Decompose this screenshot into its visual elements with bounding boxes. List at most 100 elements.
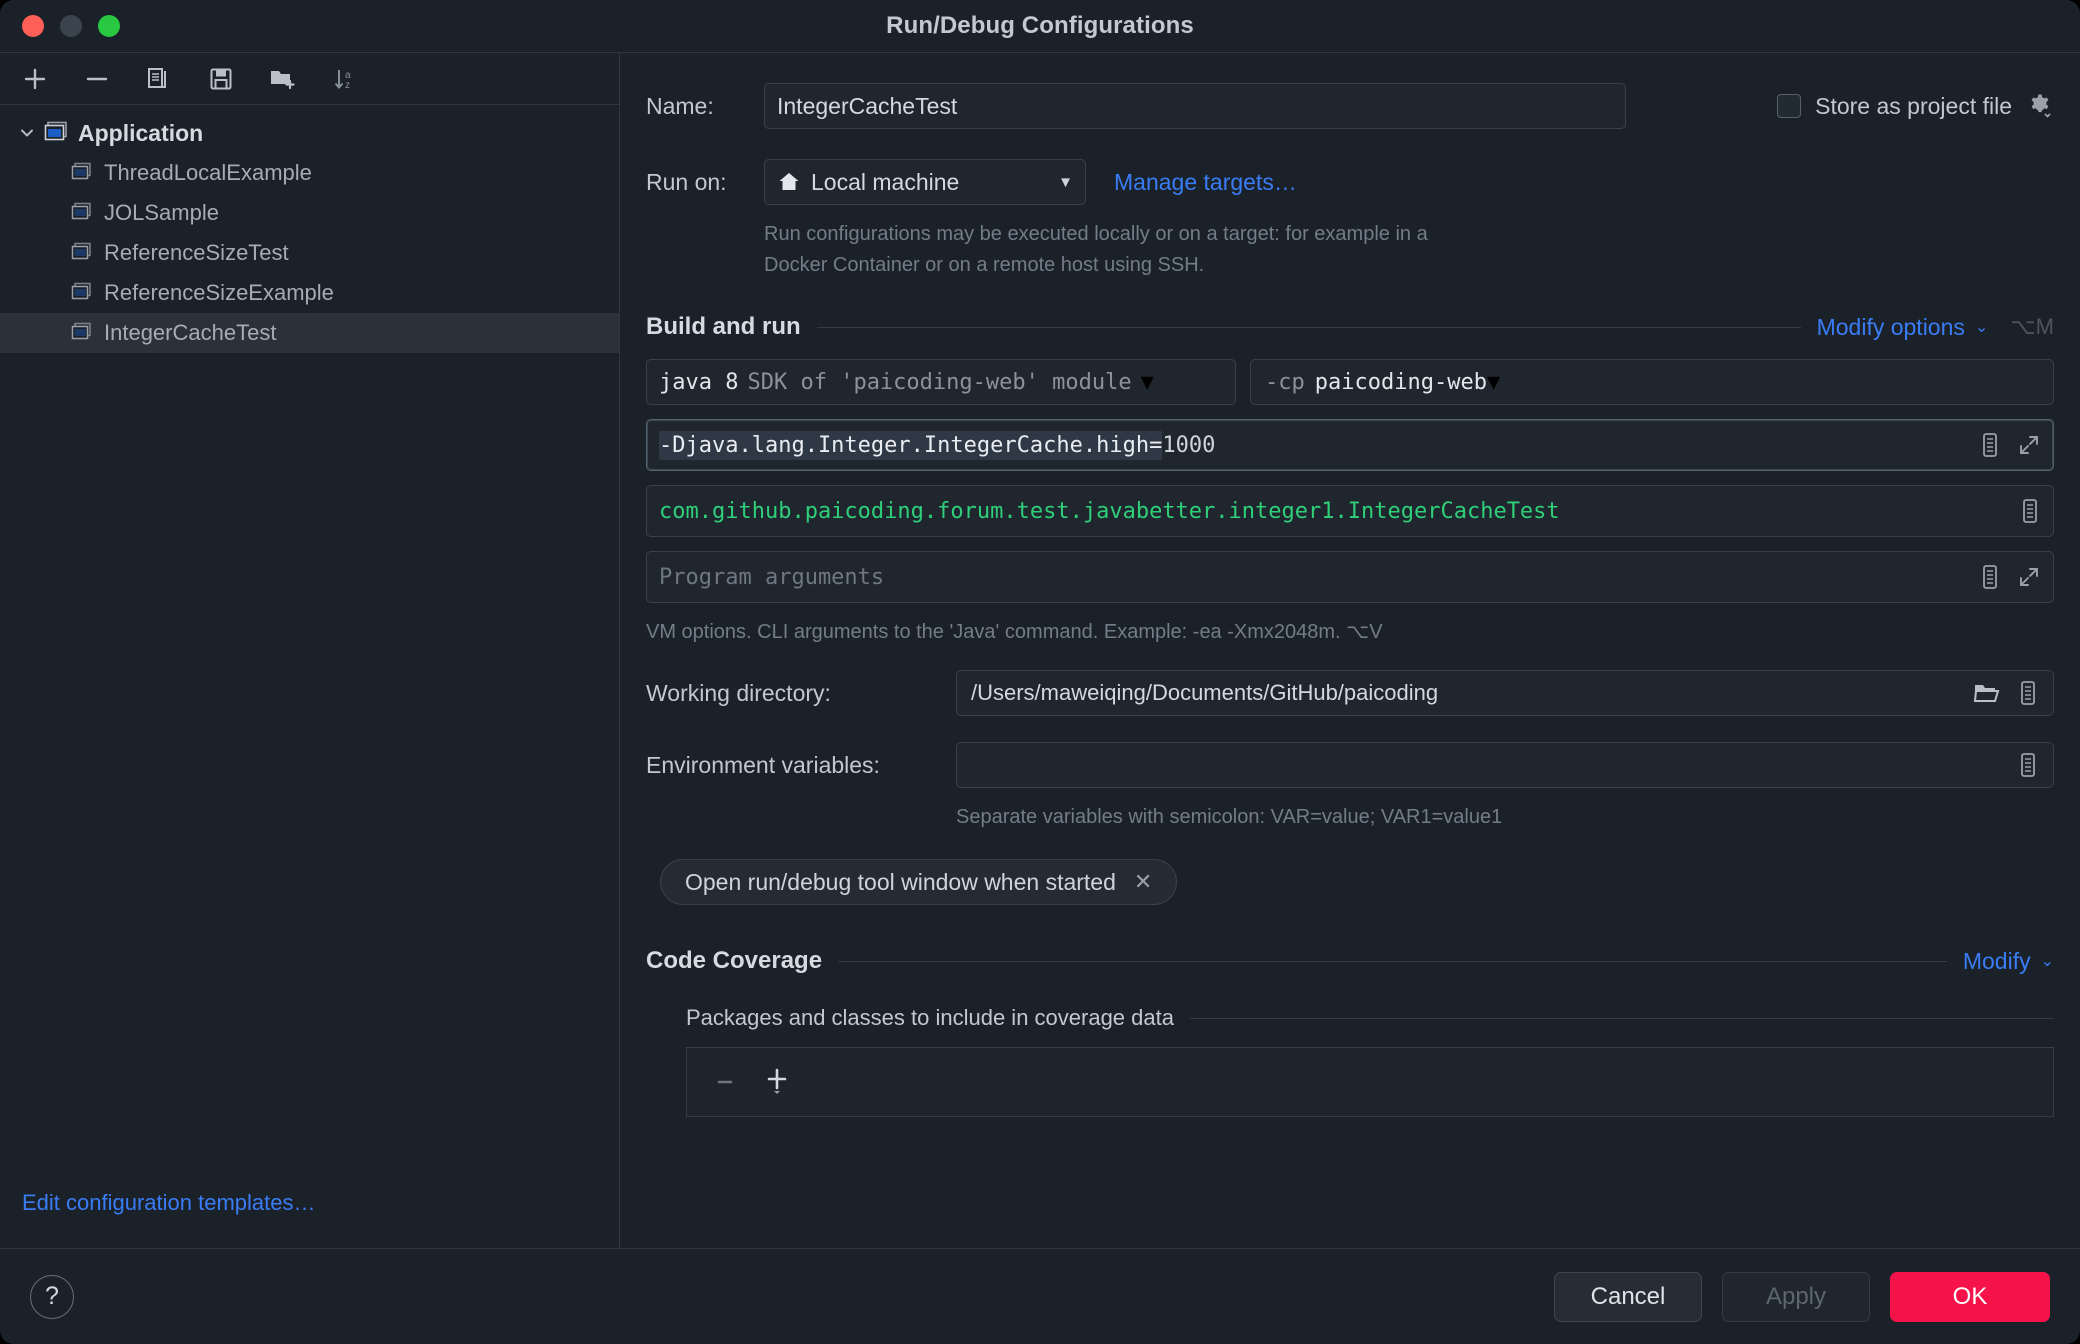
configuration-form: Name: IntegerCacheTest Store as project … bbox=[620, 52, 2080, 1248]
classpath-value: paicoding-web bbox=[1315, 370, 1487, 395]
working-directory-row: Working directory: /Users/maweiqing/Docu… bbox=[646, 670, 2054, 716]
vm-options-selected-text: -Djava.lang.Integer.IntegerCache.high= bbox=[659, 431, 1162, 460]
store-as-project-file-group: Store as project file bbox=[1777, 92, 2054, 120]
environment-variables-hint: Separate variables with semicolon: VAR=v… bbox=[956, 806, 2054, 829]
modify-options-link[interactable]: Modify options bbox=[1817, 314, 1965, 341]
remove-package-button[interactable] bbox=[713, 1069, 739, 1095]
main-class-value: com.github.paicoding.forum.test.javabett… bbox=[659, 499, 1560, 524]
working-directory-field-actions bbox=[1973, 680, 2039, 706]
help-button[interactable]: ? bbox=[30, 1275, 74, 1319]
sidebar-item-label: IntegerCacheTest bbox=[104, 320, 276, 346]
configuration-icon bbox=[66, 242, 100, 264]
configuration-icon bbox=[66, 162, 100, 184]
close-icon[interactable]: ✕ bbox=[1134, 869, 1152, 895]
sidebar-toolbar: a z bbox=[0, 53, 619, 105]
code-coverage-title: Code Coverage bbox=[646, 947, 822, 975]
page-title: Run/Debug Configurations bbox=[0, 0, 2080, 52]
vm-options-field-actions bbox=[1979, 432, 2041, 458]
open-tool-window-option-chip[interactable]: Open run/debug tool window when started … bbox=[660, 859, 1177, 905]
section-divider bbox=[817, 327, 1801, 328]
coverage-packages-header: Packages and classes to include in cover… bbox=[686, 1005, 2054, 1031]
run-on-row: Run on: Local machine ▼ Manage targets… bbox=[646, 159, 2054, 205]
cancel-button[interactable]: Cancel bbox=[1554, 1272, 1702, 1322]
working-directory-input[interactable]: /Users/maweiqing/Documents/GitHub/paicod… bbox=[956, 670, 2054, 716]
environment-variables-input[interactable] bbox=[956, 742, 2054, 788]
run-on-hint: Run configurations may be executed local… bbox=[764, 219, 1484, 281]
edit-configuration-templates-link[interactable]: Edit configuration templates… bbox=[22, 1190, 316, 1216]
move-to-folder-button[interactable] bbox=[266, 62, 300, 96]
edit-variables-icon[interactable] bbox=[2017, 752, 2039, 778]
remove-configuration-button[interactable] bbox=[80, 62, 114, 96]
sidebar-footer: Edit configuration templates… bbox=[0, 1158, 619, 1248]
vm-options-rest-text: 1000 bbox=[1162, 433, 1215, 458]
run-on-target-select[interactable]: Local machine ▼ bbox=[764, 159, 1086, 205]
store-as-project-file-checkbox[interactable] bbox=[1777, 94, 1801, 118]
chevron-down-icon[interactable]: ⌄ bbox=[1975, 317, 1988, 337]
main-class-field-actions bbox=[2019, 498, 2041, 524]
code-coverage-modify-group: Modify ⌄ bbox=[1963, 948, 2054, 975]
expand-editor-icon[interactable] bbox=[2017, 433, 2041, 457]
section-divider bbox=[838, 961, 1947, 962]
dialog-footer: ? Cancel Apply OK bbox=[0, 1248, 2080, 1344]
classpath-select[interactable]: -cp paicoding-web ▼ bbox=[1250, 359, 2054, 405]
save-configuration-button[interactable] bbox=[204, 62, 238, 96]
section-divider bbox=[1190, 1018, 2054, 1019]
sidebar-item-referencesizeexample[interactable]: ReferenceSizeExample bbox=[0, 273, 619, 313]
coverage-packages-list bbox=[686, 1047, 2054, 1117]
title-bar: Run/Debug Configurations bbox=[0, 0, 2080, 52]
working-directory-value: /Users/maweiqing/Documents/GitHub/paicod… bbox=[971, 680, 1438, 706]
name-input[interactable]: IntegerCacheTest bbox=[764, 83, 1626, 129]
main-class-input[interactable]: com.github.paicoding.forum.test.javabett… bbox=[646, 485, 2054, 537]
jdk-subtitle: SDK of 'paicoding-web' module bbox=[747, 370, 1131, 395]
sidebar-item-threadlocalexample[interactable]: ThreadLocalExample bbox=[0, 153, 619, 193]
code-coverage-modify-link[interactable]: Modify bbox=[1963, 948, 2031, 975]
macro-list-icon[interactable] bbox=[2017, 680, 2039, 706]
tree-root-label: Application bbox=[78, 120, 203, 147]
vm-options-hint: VM options. CLI arguments to the 'Java' … bbox=[646, 619, 2054, 644]
add-configuration-button[interactable] bbox=[18, 62, 52, 96]
run-on-value: Local machine bbox=[811, 169, 959, 196]
gear-icon[interactable] bbox=[2026, 92, 2054, 120]
environment-variables-row: Environment variables: bbox=[646, 742, 2054, 788]
jdk-select[interactable]: java 8 SDK of 'paicoding-web' module ▼ bbox=[646, 359, 1236, 405]
build-and-run-section-header: Build and run Modify options ⌄ ⌥M bbox=[646, 313, 2054, 341]
coverage-packages-title: Packages and classes to include in cover… bbox=[686, 1005, 1174, 1031]
code-coverage-section-header: Code Coverage Modify ⌄ bbox=[646, 947, 2054, 975]
sort-configurations-button[interactable]: a z bbox=[328, 62, 362, 96]
program-arguments-field-actions bbox=[1979, 564, 2041, 590]
ok-button[interactable]: OK bbox=[1890, 1272, 2050, 1322]
application-icon bbox=[40, 121, 74, 145]
program-arguments-input[interactable]: Program arguments bbox=[646, 551, 2054, 603]
chevron-down-icon: ▼ bbox=[1487, 370, 1500, 395]
home-icon bbox=[777, 170, 801, 194]
program-arguments-placeholder: Program arguments bbox=[659, 565, 884, 590]
name-row: Name: IntegerCacheTest Store as project … bbox=[646, 83, 2054, 129]
apply-button: Apply bbox=[1722, 1272, 1870, 1322]
macro-list-icon[interactable] bbox=[1979, 564, 2001, 590]
chevron-down-icon[interactable] bbox=[14, 124, 40, 142]
environment-variables-label: Environment variables: bbox=[646, 752, 956, 779]
build-and-run-title: Build and run bbox=[646, 313, 801, 341]
manage-targets-link[interactable]: Manage targets… bbox=[1114, 169, 1297, 196]
modify-options-group: Modify options ⌄ ⌥M bbox=[1817, 314, 2054, 341]
copy-configuration-button[interactable] bbox=[142, 62, 176, 96]
browse-class-icon[interactable] bbox=[2019, 498, 2041, 524]
classpath-flag: -cp bbox=[1265, 370, 1305, 395]
chevron-down-icon: ▼ bbox=[1141, 370, 1154, 395]
sidebar-item-jolsample[interactable]: JOLSample bbox=[0, 193, 619, 233]
sidebar-item-referencesizetest[interactable]: ReferenceSizeTest bbox=[0, 233, 619, 273]
svg-text:z: z bbox=[345, 80, 350, 91]
run-debug-configurations-dialog: Run/Debug Configurations bbox=[0, 0, 2080, 1344]
chevron-down-icon: ▼ bbox=[1058, 174, 1073, 191]
add-package-button[interactable] bbox=[765, 1067, 793, 1097]
sidebar-item-label: JOLSample bbox=[104, 200, 219, 226]
option-chip-label: Open run/debug tool window when started bbox=[685, 869, 1116, 896]
vm-options-input[interactable]: -Djava.lang.Integer.IntegerCache.high=10… bbox=[646, 419, 2054, 471]
browse-folder-icon[interactable] bbox=[1973, 681, 2001, 705]
tree-root-application[interactable]: Application bbox=[0, 113, 619, 153]
store-as-project-file-label: Store as project file bbox=[1815, 93, 2012, 120]
chevron-down-icon[interactable]: ⌄ bbox=[2041, 951, 2054, 971]
sidebar-item-integercachetest[interactable]: IntegerCacheTest bbox=[0, 313, 619, 353]
macro-list-icon[interactable] bbox=[1979, 432, 2001, 458]
expand-editor-icon[interactable] bbox=[2017, 565, 2041, 589]
